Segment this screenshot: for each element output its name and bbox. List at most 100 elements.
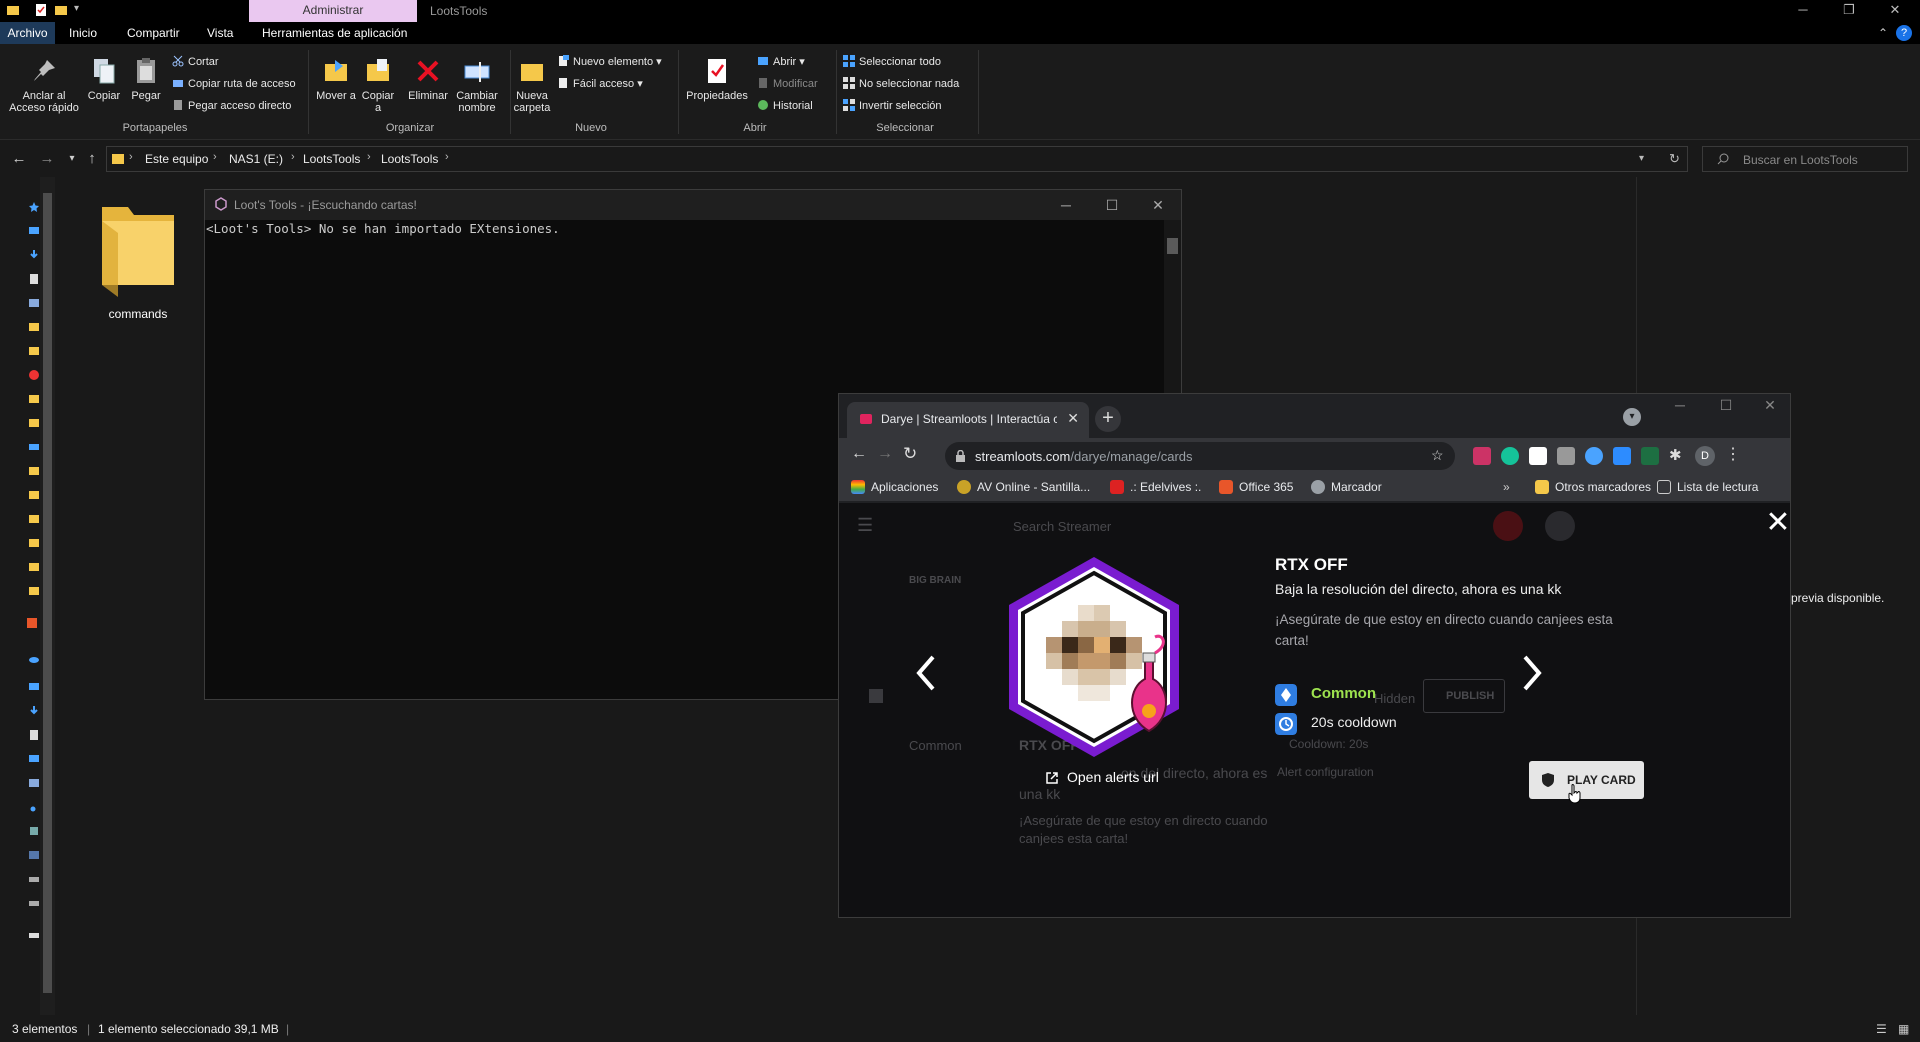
other-bookmarks-folder[interactable]: Otros marcadores — [1535, 480, 1651, 494]
onedrive-icon[interactable] — [28, 653, 40, 665]
office-icon[interactable] — [26, 617, 38, 629]
properties-quick-icon[interactable] — [34, 3, 48, 17]
large-icons-view-icon[interactable]: ▦ — [1898, 1022, 1909, 1036]
folder-icon[interactable] — [28, 465, 40, 477]
pictures-icon[interactable] — [28, 777, 40, 789]
bookmark-office-365[interactable]: Office 365 — [1219, 480, 1293, 494]
nav-scrollbar-thumb[interactable] — [43, 193, 52, 993]
extension-icon[interactable] — [1585, 447, 1603, 465]
folder-icon[interactable] — [28, 513, 40, 525]
details-view-icon[interactable]: ☰ — [1876, 1022, 1887, 1036]
paste-button[interactable]: Pegar — [126, 56, 166, 102]
address-box[interactable]: › Este equipo › NAS1 (E:) › LootsTools ›… — [106, 146, 1688, 172]
close-icon[interactable]: ✕ — [1135, 190, 1181, 220]
minimize-icon[interactable]: ─ — [1780, 0, 1826, 22]
console-titlebar[interactable]: Loot's Tools - ¡Escuchando cartas! ─ ☐ ✕ — [205, 190, 1181, 220]
minimize-icon[interactable]: ─ — [1043, 190, 1089, 220]
up-icon[interactable]: ↑ — [83, 150, 101, 168]
paste-shortcut-button[interactable]: Pegar acceso directo — [172, 98, 291, 114]
grammarly-extension-icon[interactable] — [1501, 447, 1519, 465]
bookmark-aplicaciones[interactable]: Aplicaciones — [851, 480, 938, 494]
tab-compartir[interactable]: Compartir — [127, 22, 180, 44]
menu-icon[interactable]: ⋮ — [1725, 444, 1741, 464]
reading-list[interactable]: Lista de lectura — [1657, 480, 1758, 494]
browser-tab[interactable]: Darye | Streamloots | Interactúa con ✕ — [847, 402, 1089, 438]
folder-icon[interactable] — [28, 537, 40, 549]
bookmark-av-online[interactable]: AV Online - Santilla... — [957, 480, 1090, 494]
close-icon[interactable]: ✕ — [1872, 0, 1918, 22]
this-pc-icon[interactable] — [28, 681, 40, 693]
network-drive-icon[interactable] — [28, 929, 40, 941]
forward-icon[interactable]: → — [877, 445, 893, 463]
desktop-icon[interactable] — [28, 753, 40, 765]
drive-icon[interactable] — [28, 897, 40, 909]
select-none-button[interactable]: No seleccionar nada — [843, 76, 959, 92]
copy-path-button[interactable]: Copiar ruta de acceso — [172, 76, 296, 92]
nav-scrollbar[interactable] — [40, 177, 55, 1015]
bookmark-marcador[interactable]: Marcador — [1311, 480, 1382, 494]
drive-icon[interactable] — [28, 441, 40, 453]
search-input[interactable]: Buscar en LootsTools — [1702, 146, 1908, 172]
back-icon[interactable]: ← — [10, 150, 28, 168]
drive-icon[interactable] — [28, 873, 40, 885]
star-icon[interactable] — [28, 201, 40, 213]
history-button[interactable]: Historial — [757, 98, 813, 114]
excel-extension-icon[interactable] — [1641, 447, 1659, 465]
reload-icon[interactable]: ↻ — [903, 444, 917, 464]
extension-icon[interactable] — [1473, 447, 1491, 465]
copy-button[interactable]: Copiar — [84, 56, 124, 102]
collapse-ribbon-icon[interactable]: ⌃ — [1878, 22, 1888, 44]
forward-icon[interactable]: → — [38, 150, 56, 168]
breadcrumb-lootstools[interactable]: LootsTools — [303, 152, 360, 166]
videos-icon[interactable] — [28, 849, 40, 861]
downloads-icon[interactable] — [28, 249, 40, 261]
easy-access-button[interactable]: Fácil acceso ▾ — [557, 76, 643, 92]
back-icon[interactable]: ← — [851, 445, 867, 463]
folder-icon[interactable] — [28, 489, 40, 501]
app-icon[interactable] — [28, 369, 40, 381]
properties-button[interactable]: Propiedades — [682, 56, 752, 102]
contextual-tab-administrar[interactable]: Administrar — [249, 0, 417, 22]
tab-search-icon[interactable]: ▾ — [1623, 408, 1641, 426]
folder-icon[interactable] — [28, 585, 40, 597]
refresh-icon[interactable]: ↻ — [1669, 151, 1680, 167]
new-folder-quick-icon[interactable] — [54, 3, 68, 17]
music-icon[interactable] — [28, 801, 40, 813]
new-item-button[interactable]: Nuevo elemento ▾ — [557, 54, 662, 70]
recent-locations-icon[interactable]: ▾ — [63, 150, 81, 168]
extension-icon[interactable] — [1529, 447, 1547, 465]
edit-button[interactable]: Modificar — [757, 76, 818, 92]
next-card-icon[interactable] — [1517, 653, 1547, 693]
minimize-icon[interactable]: ─ — [1657, 394, 1703, 416]
select-all-button[interactable]: Seleccionar todo — [843, 54, 941, 70]
copy-to-button[interactable]: Copiar a — [358, 56, 398, 114]
folder-icon[interactable] — [28, 345, 40, 357]
move-to-button[interactable]: Mover a — [316, 56, 356, 102]
address-bar[interactable]: streamloots.com/darye/manage/cards ☆ — [945, 442, 1455, 470]
folder-icon[interactable] — [28, 417, 40, 429]
more-bookmarks-icon[interactable]: » — [1503, 480, 1510, 494]
cut-button[interactable]: Cortar — [172, 54, 219, 70]
console-scrollbar-thumb[interactable] — [1167, 238, 1178, 254]
tab-inicio[interactable]: Inicio — [69, 22, 97, 44]
open-button[interactable]: Abrir ▾ — [757, 54, 805, 70]
open-alerts-url-link[interactable]: Open alerts url — [1045, 769, 1159, 785]
pin-quick-access-button[interactable]: Anclar al Acceso rápido — [4, 56, 84, 114]
folder-icon[interactable] — [28, 321, 40, 333]
delete-button[interactable]: Eliminar — [406, 56, 450, 102]
previous-card-icon[interactable] — [911, 653, 941, 693]
documents-icon[interactable] — [28, 729, 40, 741]
new-folder-button[interactable]: Nueva carpeta — [512, 56, 552, 114]
folder-icon[interactable] — [28, 561, 40, 573]
breadcrumb-nas1[interactable]: NAS1 (E:) — [229, 152, 283, 166]
bookmark-star-icon[interactable]: ☆ — [1431, 447, 1444, 464]
downloads-icon[interactable] — [28, 705, 40, 717]
quick-access-dropdown-icon[interactable]: ▾ — [74, 3, 88, 17]
maximize-icon[interactable]: ☐ — [1089, 190, 1135, 220]
extensions-puzzle-icon[interactable]: ✱ — [1669, 446, 1682, 464]
zoom-extension-icon[interactable] — [1613, 447, 1631, 465]
maximize-icon[interactable]: ☐ — [1703, 394, 1749, 416]
documents-icon[interactable] — [28, 273, 40, 285]
pictures-icon[interactable] — [28, 297, 40, 309]
breadcrumb-lootstools-current[interactable]: LootsTools — [381, 152, 438, 166]
